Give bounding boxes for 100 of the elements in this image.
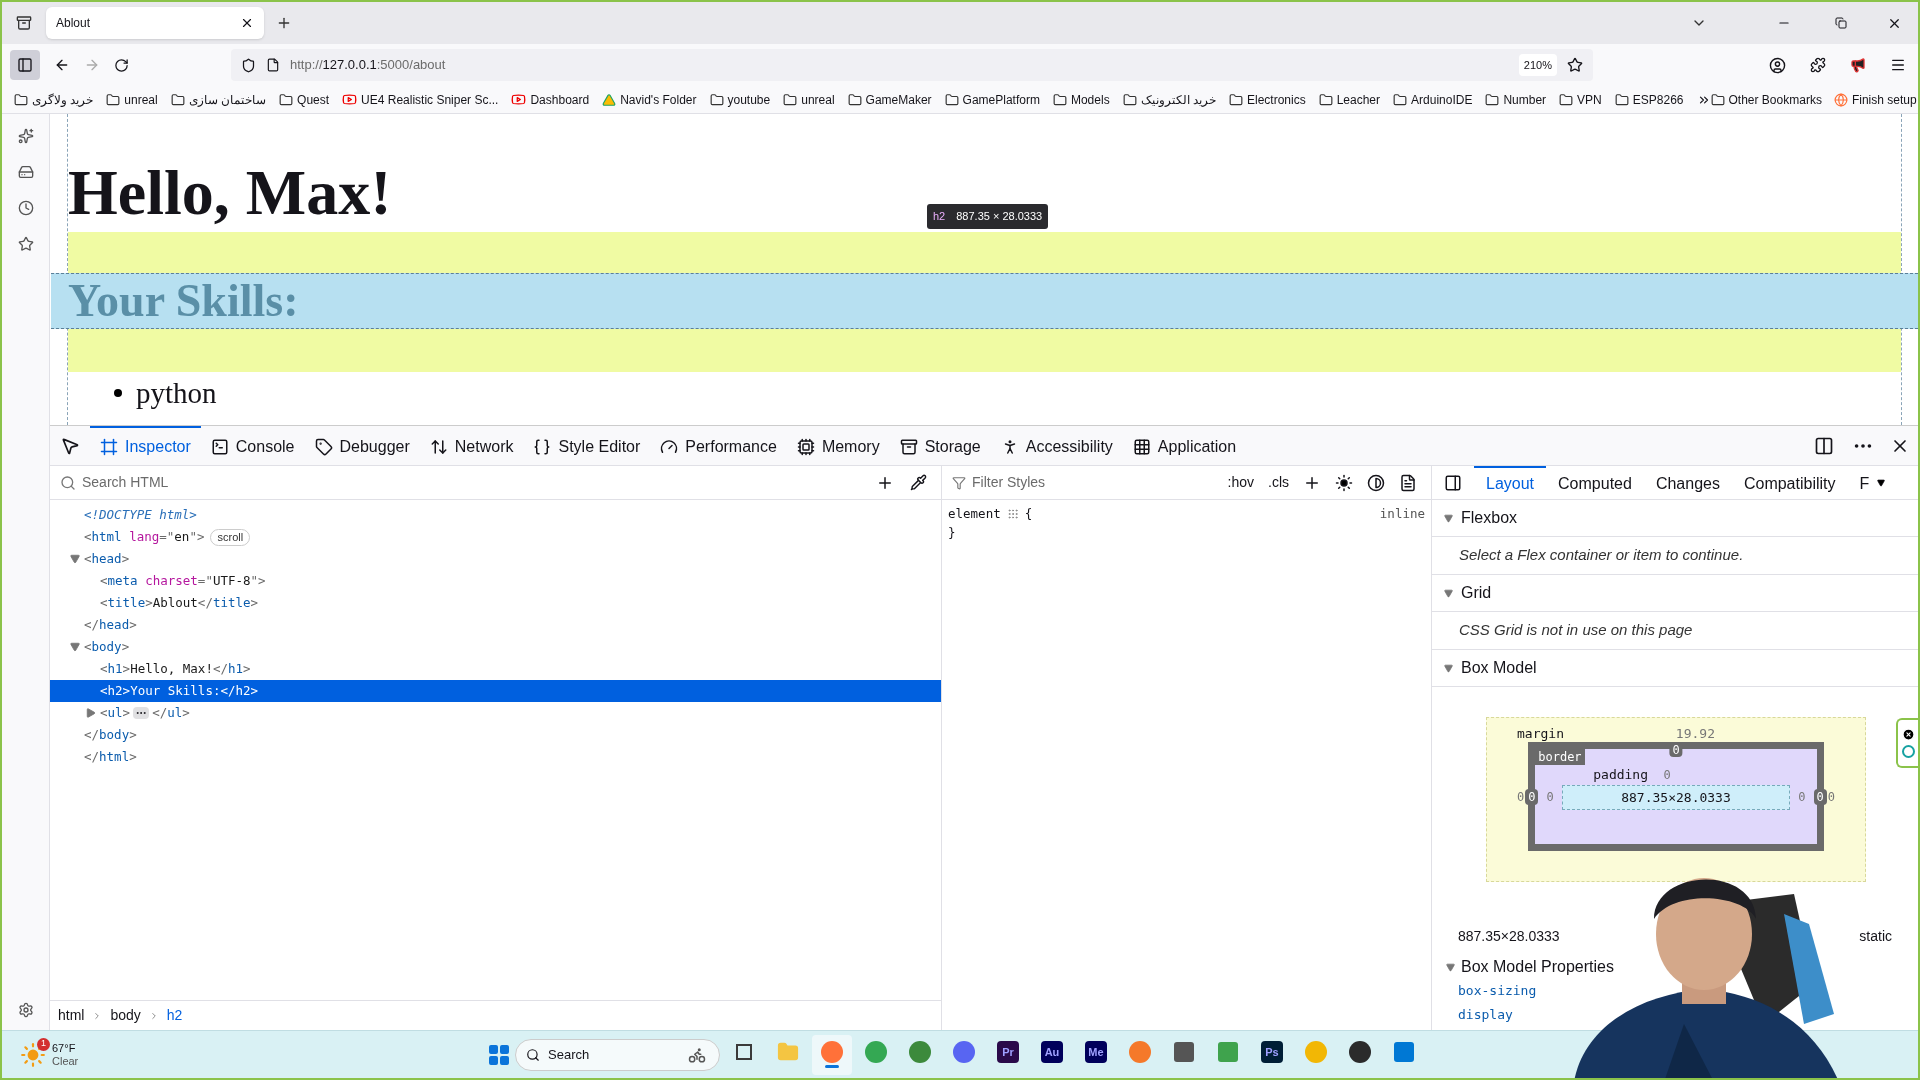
content-box[interactable]: 887.35×28.0333 [1561, 784, 1791, 810]
bookmark-link[interactable]: Dashboard [530, 90, 590, 109]
grid-dots-icon[interactable] [1006, 508, 1019, 520]
taskbar-app[interactable]: Pr [988, 1034, 1028, 1075]
taskbar-app[interactable]: Ps [1252, 1034, 1292, 1075]
markup-node[interactable]: <h2>Your Skills:</h2> [100, 681, 259, 701]
devtools-tab[interactable]: Performance [650, 425, 787, 466]
devtools-tab[interactable]: Network [419, 425, 524, 466]
property-name[interactable]: display [1458, 1005, 1513, 1025]
drive-icon[interactable] [17, 164, 34, 180]
taskbar-search[interactable]: Search [515, 1038, 720, 1071]
restore-icon[interactable] [1835, 17, 1847, 29]
markup-row[interactable]: <title>Ablout</title> [50, 592, 941, 614]
address-bar[interactable]: http://127.0.0.1:5000/about 210% [231, 49, 1593, 81]
shield-icon[interactable] [241, 57, 256, 73]
toggle-button[interactable]: .cls [1264, 472, 1293, 493]
panel-tab[interactable]: Computed [1546, 465, 1644, 500]
markup-row[interactable]: <html lang="en"> scroll [50, 526, 941, 548]
markup-row[interactable]: <body> [50, 636, 941, 658]
reload-icon[interactable] [114, 57, 129, 73]
bookmark-star-icon[interactable] [1567, 57, 1583, 73]
border-value[interactable]: 0 [1669, 743, 1683, 757]
extensions-icon[interactable] [1810, 57, 1826, 73]
devtools-tab[interactable]: Console [200, 425, 305, 466]
breadcrumb[interactable]: h2 [166, 1005, 183, 1026]
margin-value[interactable]: 0 [1517, 787, 1525, 806]
markup-node[interactable]: <meta charset="UTF-8"> [100, 571, 266, 591]
dropdown-icon[interactable] [1877, 478, 1886, 487]
sidebar-toggle-icon[interactable] [1444, 473, 1462, 492]
bookmark-link[interactable]: Other Bookmarks [1728, 90, 1822, 109]
twisty-icon[interactable] [70, 554, 80, 564]
bookmark-link[interactable]: GamePlatform [962, 90, 1040, 109]
close-icon[interactable] [1901, 728, 1915, 741]
dock-icon[interactable] [1814, 435, 1834, 456]
floating-widget[interactable] [1896, 718, 1918, 768]
markup-row[interactable]: <meta charset="UTF-8"> [50, 570, 941, 592]
markup-node[interactable]: <head> [84, 549, 130, 569]
expand-button[interactable] [133, 707, 150, 719]
markup-row[interactable]: <!DOCTYPE html> [50, 504, 941, 526]
search-field[interactable]: Search HTML [82, 472, 860, 493]
section-title[interactable]: Grid [1461, 581, 1492, 605]
panel-tab[interactable]: Layout [1474, 465, 1547, 500]
bookmark-link[interactable]: ArduinoIDE [1411, 90, 1473, 109]
sparkles-icon[interactable] [17, 128, 34, 144]
markup-node[interactable]: <html lang="en"> [84, 527, 205, 547]
breadcrumb[interactable]: body [110, 1005, 141, 1026]
back-icon[interactable] [54, 57, 70, 73]
property-name[interactable]: box-sizing [1458, 981, 1537, 1001]
sun-icon[interactable] [1335, 473, 1353, 492]
filter-field[interactable]: Filter Styles [972, 472, 1192, 493]
bookmark-link[interactable]: UE4 Realistic Sniper Sc... [361, 90, 499, 109]
document-icon[interactable] [1399, 473, 1417, 492]
history-icon[interactable] [17, 200, 34, 216]
settings-icon[interactable] [17, 1002, 34, 1018]
panel-tab[interactable]: Changes [1643, 465, 1732, 500]
toggle-button[interactable]: :hov [1223, 472, 1258, 493]
twisty-icon[interactable] [1444, 588, 1453, 598]
margin-value[interactable]: 19.92 [1675, 724, 1715, 744]
bookmark-link[interactable]: Quest [297, 90, 330, 109]
star-icon[interactable] [17, 236, 34, 252]
margin-value[interactable]: 0 [1827, 787, 1835, 806]
twisty-icon[interactable] [1446, 962, 1455, 972]
bookmark-link[interactable]: ESP8266 [1632, 90, 1684, 109]
twisty-icon[interactable] [1444, 513, 1453, 523]
megaphone-icon[interactable] [1850, 57, 1866, 73]
border-value[interactable]: 0 [1525, 789, 1539, 806]
contrast-icon[interactable] [1367, 473, 1385, 492]
bookmark-link[interactable]: youtube [727, 90, 771, 109]
taskbar-app[interactable]: Au [1032, 1034, 1072, 1075]
weather-icon[interactable] [20, 1041, 46, 1068]
section-title[interactable]: Box Model Properties [1461, 955, 1614, 979]
devtools-tab[interactable]: Inspector [90, 425, 201, 466]
markup-node[interactable]: <!DOCTYPE html> [84, 505, 197, 525]
markup-node[interactable]: <ul> [100, 703, 131, 723]
markup-row[interactable]: <ul> </ul> [50, 702, 941, 724]
new-tab-icon[interactable] [276, 15, 292, 31]
section-title[interactable]: Flexbox [1461, 506, 1518, 530]
bookmark-link[interactable]: Electronics [1247, 90, 1306, 109]
bookmark-link[interactable]: خرید ولاگری [32, 90, 94, 109]
bookmark-link[interactable]: ساختمان سازی [188, 90, 267, 109]
bookmark-link[interactable]: GameMaker [865, 90, 932, 109]
eyedropper-icon[interactable] [910, 474, 927, 491]
rule-source[interactable]: inline [1379, 504, 1425, 524]
tabs-icon[interactable] [16, 15, 32, 31]
border-value[interactable]: 0 [1813, 789, 1827, 806]
devtools-tab[interactable]: Memory [786, 425, 890, 466]
markup-row[interactable]: <head> [50, 548, 941, 570]
twisty-icon[interactable] [70, 642, 80, 652]
bookmark-link[interactable]: Leacher [1336, 90, 1381, 109]
taskbar-app[interactable]: Me [1076, 1034, 1116, 1075]
bookmark-link[interactable]: Navid's Folder [620, 90, 697, 109]
devtools-tab[interactable]: Storage [889, 425, 991, 466]
panel-tab[interactable]: F [1847, 465, 1882, 500]
bookmark-link[interactable]: خرید الکترونیک [1140, 90, 1216, 109]
close-icon[interactable] [240, 16, 254, 30]
start-icon[interactable] [487, 1042, 511, 1067]
section-title[interactable]: Box Model [1461, 656, 1537, 680]
markup-node[interactable]: <h1>Hello, Max!</h1> [100, 659, 251, 679]
bookmark-link[interactable]: Number [1503, 90, 1547, 109]
devtools-tab[interactable]: Debugger [304, 425, 420, 466]
